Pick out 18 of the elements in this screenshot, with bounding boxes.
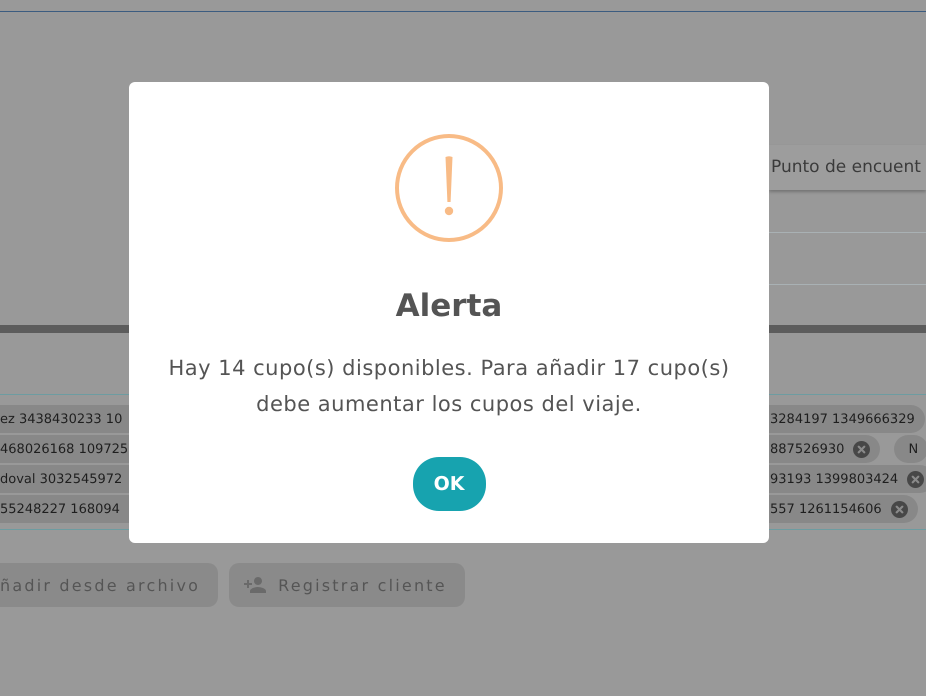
ok-button[interactable]: OK (412, 457, 486, 511)
close-icon[interactable] (907, 470, 924, 488)
chip-label: 468026168 109725 (0, 442, 128, 456)
chip-label: N (908, 442, 918, 456)
warning-icon (395, 134, 503, 242)
chip-label: 557 1261154606 (770, 502, 882, 516)
dialog-title: Alerta (396, 288, 502, 324)
chip-label: ez 3438430233 10 (0, 412, 122, 426)
person-add-icon (244, 577, 266, 593)
chip-label: doval 3032545972 (0, 472, 122, 486)
column-header: Punto de encuent (769, 145, 926, 190)
chip-label: 887526930 (770, 442, 844, 456)
chip-label: 93193 1399803424 (770, 472, 898, 486)
dialog-message: Hay 14 cupo(s) disponibles. Para añadir 17 cupo(s) debe aumentar los cupos del viaje. (167, 355, 731, 418)
chip-label: 55248227 168094 (0, 502, 120, 516)
close-icon[interactable] (853, 440, 870, 458)
chip-label: 3284197 1349666329 (770, 412, 915, 426)
close-icon[interactable] (890, 500, 908, 518)
